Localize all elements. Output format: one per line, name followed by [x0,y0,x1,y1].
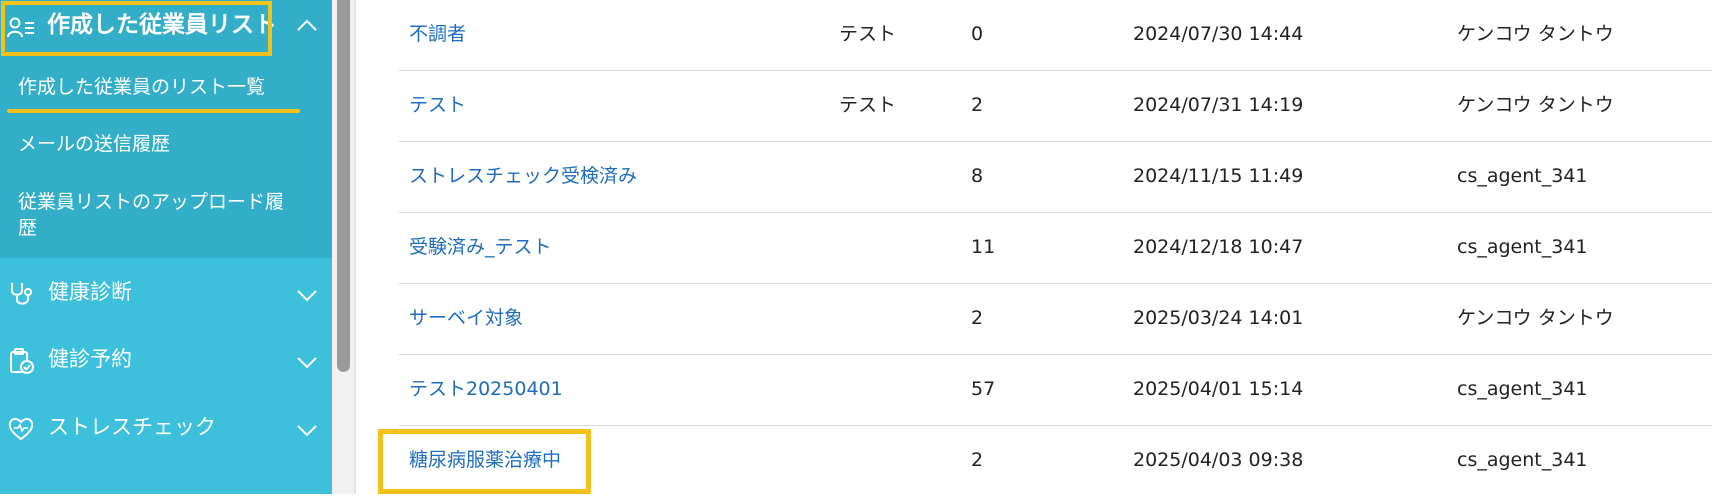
table-row: 不調者 テスト 0 2024/07/30 14:44 ケンコウ タントウ [399,0,1712,71]
list-description: テスト [839,23,897,45]
employee-list-subnav: 作成した従業員のリスト一覧 メールの送信履歴 従業員リストのアップロード履 歴 [0,65,332,258]
sidebar-item-label: 健康診断 [48,280,132,304]
table-row: ストレスチェック受検済み 8 2024/11/15 11:49 cs_agent… [399,142,1712,213]
list-count: 2 [971,94,984,116]
chevron-down-icon[interactable] [295,355,319,371]
table-row: サーベイ対象 2 2025/03/24 14:01 ケンコウ タントウ [399,284,1712,355]
list-created-at: 2025/04/03 09:38 [1133,449,1304,471]
sidebar: 作成した従業員リスト 作成した従業員のリスト一覧 メールの送信履歴 従業員リスト… [0,0,332,494]
chevron-down-icon[interactable] [295,288,319,304]
chevron-down-icon[interactable] [295,423,319,439]
content-divider [354,0,356,494]
list-creator: ケンコウ タントウ [1457,94,1614,116]
table-row: テスト20250401 57 2025/04/01 15:14 cs_agent… [399,355,1712,426]
list-created-at: 2024/12/18 10:47 [1133,236,1304,258]
chevron-up-icon[interactable] [295,17,319,33]
list-count: 11 [971,236,996,258]
sidebar-item-health-checkup[interactable]: 健康診断 [0,260,332,324]
subnav-item-upload-history-line1: 従業員リストのアップロード履 [18,191,285,213]
list-created-at: 2024/07/31 14:19 [1133,94,1304,116]
list-name-link[interactable]: ストレスチェック受検済み [409,162,637,190]
subnav-item-upload-history[interactable]: 従業員リストのアップロード履 歴 [18,189,284,241]
list-creator: cs_agent_341 [1457,165,1588,187]
stethoscope-icon [11,283,32,305]
subnav-item-mail-history[interactable]: メールの送信履歴 [18,131,170,157]
list-count: 2 [971,449,984,471]
sidebar-item-label: 健診予約 [48,347,132,371]
sidebar-item-stress-check[interactable]: ストレスチェック [0,395,332,459]
list-creator: cs_agent_341 [1457,236,1588,258]
list-creator: ケンコウ タントウ [1457,307,1614,329]
subnav-item-employee-list-overview[interactable]: 作成した従業員のリスト一覧 [18,74,265,100]
list-creator: cs_agent_341 [1457,449,1588,471]
clipboard-check-icon [10,348,34,374]
list-description: テスト [839,94,897,116]
list-created-at: 2025/03/24 14:01 [1133,307,1304,329]
highlight-box-section-title [1,1,272,56]
subnav-item-upload-history-line2: 歴 [18,217,38,239]
list-name-link[interactable]: テスト [409,91,466,119]
list-creator: ケンコウ タントウ [1457,23,1614,45]
table-row: 糖尿病服薬治療中 2 2025/04/03 09:38 cs_agent_341 [399,426,1712,497]
table-row: 受験済み_テスト 11 2024/12/18 10:47 cs_agent_34… [399,213,1712,284]
list-name-link[interactable]: 不調者 [409,20,466,48]
sidebar-scrollbar-thumb[interactable] [337,0,350,372]
list-count: 2 [971,307,984,329]
list-count: 0 [971,23,984,45]
list-count: 8 [971,165,984,187]
highlight-box-list-name [378,429,591,494]
list-created-at: 2024/07/30 14:44 [1133,23,1304,45]
list-name-link[interactable]: テスト20250401 [409,375,563,403]
heart-icon [8,418,34,441]
list-name-link[interactable]: サーベイ対象 [409,304,523,332]
list-name-link[interactable]: 受験済み_テスト [409,233,552,261]
table-row: テスト テスト 2 2024/07/31 14:19 ケンコウ タントウ [399,71,1712,142]
sidebar-item-label: ストレスチェック [48,415,216,439]
active-item-underline [7,109,300,113]
list-count: 57 [971,378,996,400]
list-created-at: 2025/04/01 15:14 [1133,378,1304,400]
list-created-at: 2024/11/15 11:49 [1133,165,1304,187]
sidebar-item-checkup-reservation[interactable]: 健診予約 [0,327,332,391]
list-creator: cs_agent_341 [1457,378,1588,400]
